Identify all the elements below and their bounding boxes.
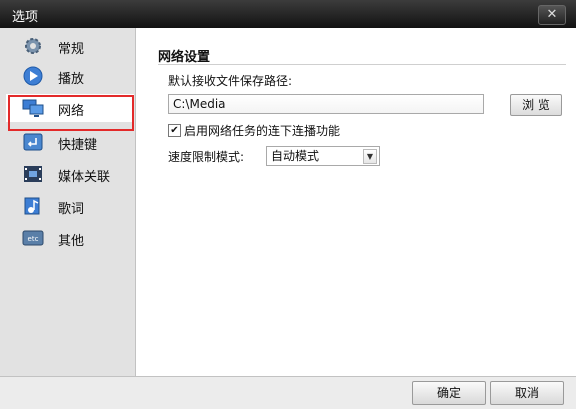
speed-limit-select[interactable]: 自动模式 ▼: [266, 146, 380, 166]
media-icon: [24, 166, 42, 182]
check-mark-icon: ✔: [170, 125, 179, 136]
window-title: 选项: [12, 10, 39, 25]
sidebar-item-other[interactable]: etc 其他: [6, 224, 134, 252]
title-bar: 选项 ✕: [0, 0, 576, 28]
save-path-label: 默认接收文件保存路径:: [168, 74, 293, 88]
section-divider: [158, 64, 566, 65]
sidebar-item-label: 媒体关联: [58, 170, 111, 185]
save-path-input[interactable]: C:\Media: [168, 94, 484, 114]
selection-highlight-box: [8, 95, 134, 131]
sidebar-item-media-association[interactable]: 媒体关联: [6, 160, 134, 188]
continue-play-checkbox[interactable]: ✔: [168, 124, 181, 137]
settings-panel: 网络设置 默认接收文件保存路径: C:\Media 浏 览 ✔ 启用网络任务的连…: [136, 28, 576, 376]
close-icon: ✕: [546, 7, 558, 22]
sidebar-item-label: 播放: [58, 72, 85, 87]
ok-button[interactable]: 确定: [412, 381, 486, 405]
sidebar-item-label: 常规: [58, 42, 85, 57]
etc-icon: etc: [22, 230, 44, 246]
continue-play-label: 启用网络任务的连下连播功能: [184, 124, 341, 138]
play-icon: [23, 66, 43, 86]
browse-button[interactable]: 浏 览: [510, 94, 562, 116]
keyboard-icon: [23, 133, 43, 151]
cancel-button[interactable]: 取消: [490, 381, 564, 405]
options-dialog: 选项 ✕ 常规 播放 网络 快捷键 媒体关联 歌词 etc 其他 网络设置 默认…: [0, 0, 576, 409]
sidebar-item-label: 其他: [58, 234, 85, 249]
svg-text:etc: etc: [28, 235, 39, 243]
lyrics-icon: [24, 197, 40, 215]
dialog-footer: 确定 取消: [0, 376, 576, 409]
speed-limit-value: 自动模式: [271, 149, 320, 163]
section-title: 网络设置: [158, 50, 211, 65]
sidebar-item-lyrics[interactable]: 歌词: [6, 192, 134, 220]
sidebar-item-label: 歌词: [58, 202, 85, 217]
options-sidebar: 常规 播放 网络 快捷键 媒体关联 歌词 etc 其他: [0, 28, 136, 376]
gear-icon: [25, 38, 41, 54]
chevron-down-icon: ▼: [363, 149, 377, 164]
sidebar-item-playback[interactable]: 播放: [6, 62, 134, 90]
speed-limit-label: 速度限制模式:: [168, 150, 245, 164]
sidebar-item-label: 快捷键: [58, 138, 98, 153]
sidebar-item-hotkeys[interactable]: 快捷键: [6, 128, 134, 156]
close-button[interactable]: ✕: [538, 5, 566, 25]
sidebar-item-general[interactable]: 常规: [6, 32, 134, 60]
